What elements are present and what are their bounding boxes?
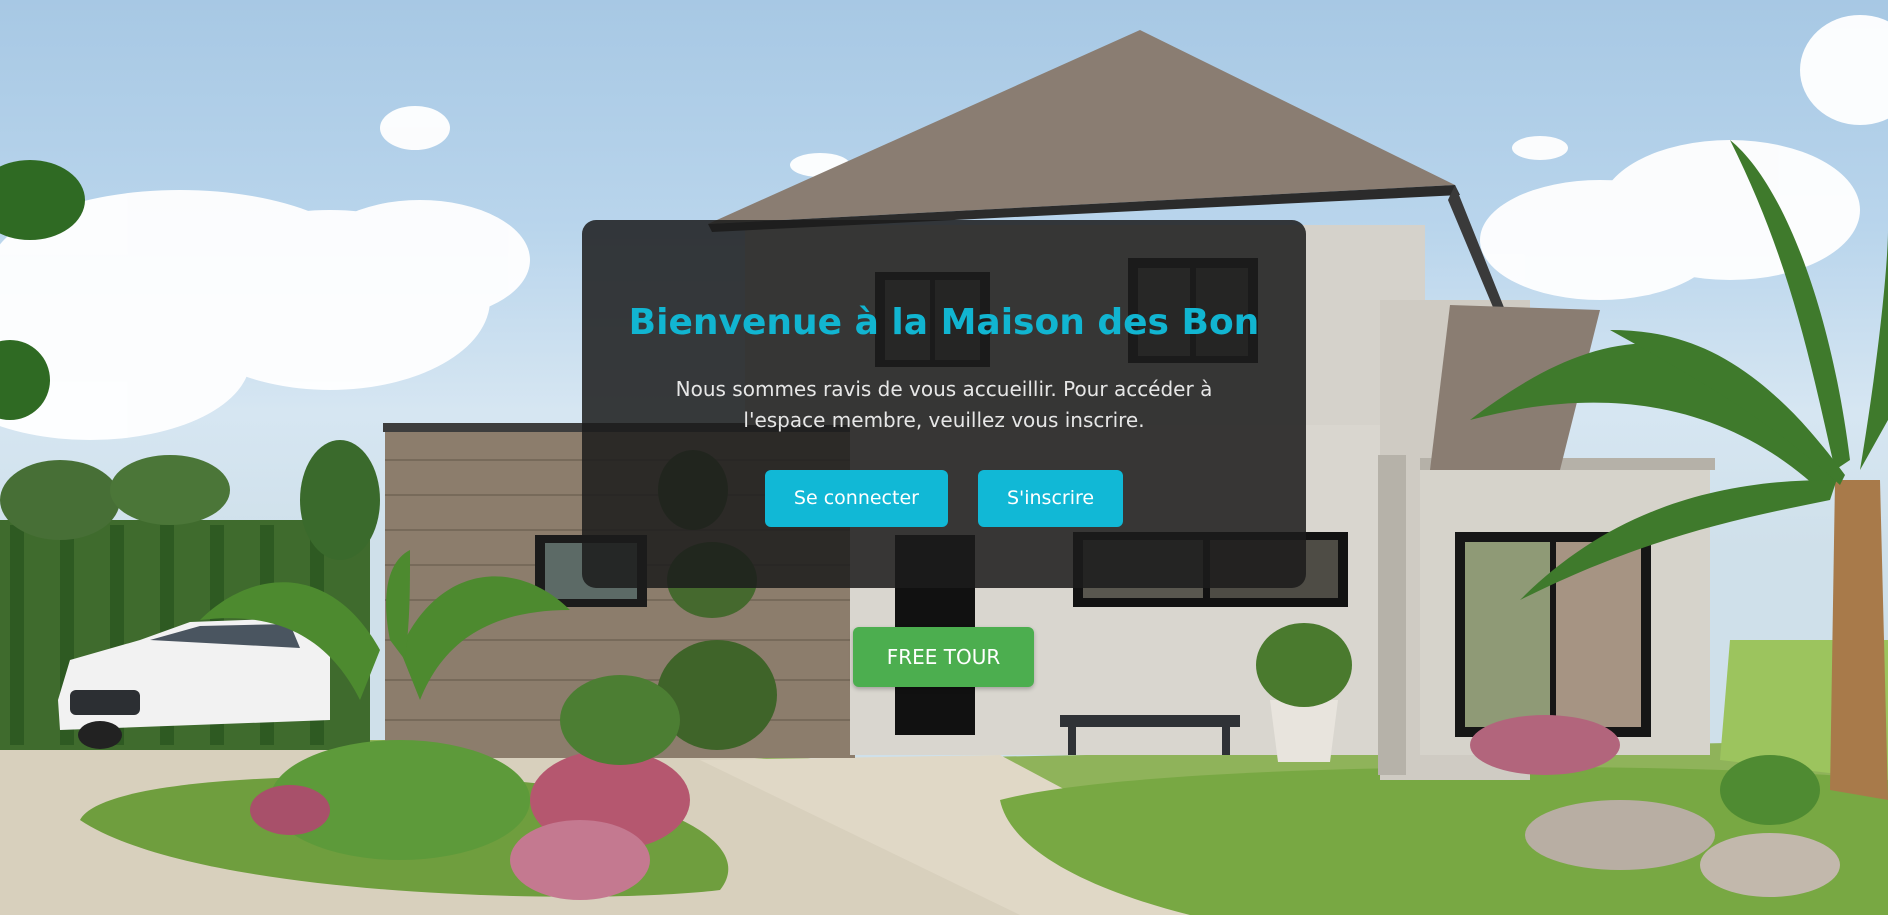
signup-button[interactable]: S'inscrire bbox=[977, 470, 1124, 527]
welcome-message: Nous sommes ravis de vous accueillir. Po… bbox=[675, 377, 1213, 432]
welcome-card: Bienvenue à la Maison des Bon Nous somme… bbox=[582, 220, 1306, 588]
auth-buttons: Se connecter S'inscrire bbox=[582, 470, 1306, 527]
welcome-title: Bienvenue à la Maison des Bon bbox=[628, 302, 1260, 343]
free-tour-button[interactable]: FREE TOUR bbox=[853, 627, 1034, 687]
login-button[interactable]: Se connecter bbox=[764, 470, 948, 527]
